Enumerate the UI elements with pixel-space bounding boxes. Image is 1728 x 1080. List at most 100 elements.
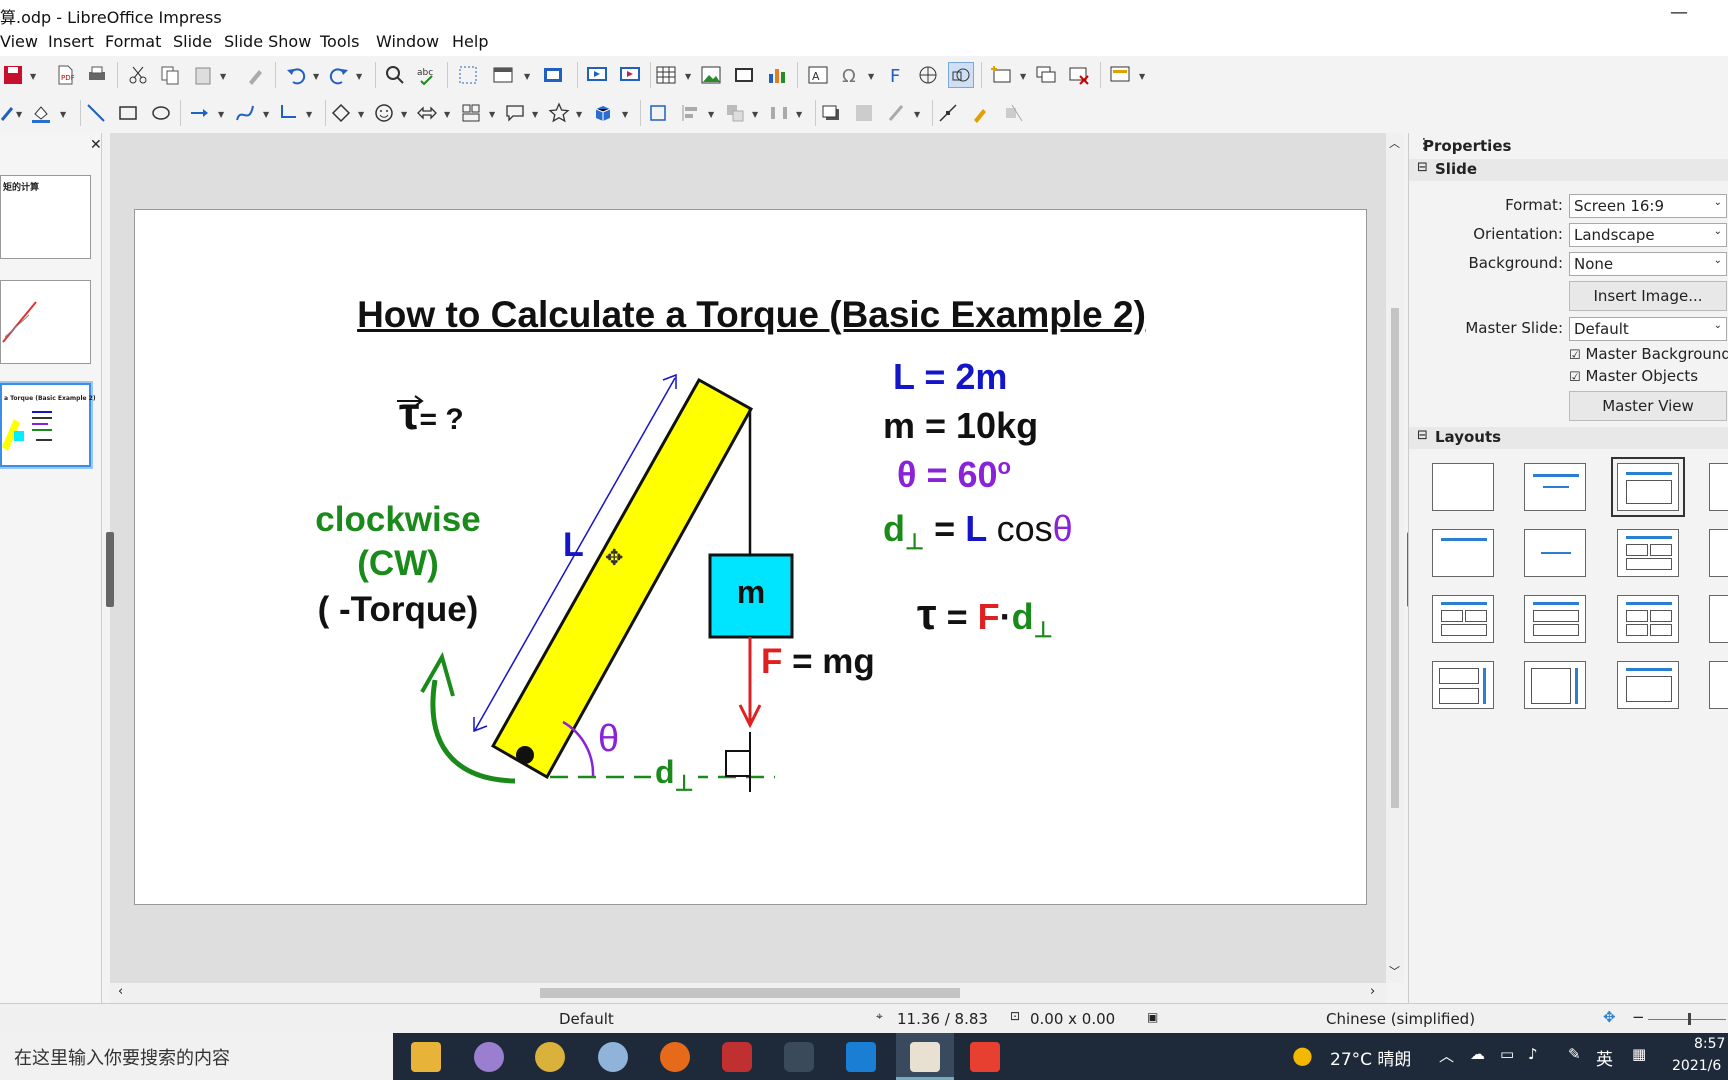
chevron-down-icon[interactable]: ▼	[60, 110, 66, 119]
slide-title[interactable]: How to Calculate a Torque (Basic Example…	[135, 294, 1368, 336]
layout-more[interactable]	[1709, 661, 1728, 709]
vertical-scroll-thumb[interactable]	[1391, 308, 1399, 808]
connector-tool-icon[interactable]	[276, 100, 302, 126]
zoom-out-icon[interactable]: −	[1632, 1008, 1645, 1026]
chevron-down-icon[interactable]: ▼	[524, 72, 530, 81]
layout-title-content[interactable]	[1611, 457, 1685, 517]
equation-torque[interactable]: τ = F·d⊥	[917, 590, 1053, 643]
layout-title-content-2content[interactable]	[1432, 595, 1494, 643]
chevron-left-icon[interactable]: ‹	[118, 984, 123, 999]
chevron-down-icon[interactable]: ⌄	[1714, 197, 1722, 208]
layout-vertical-title-text[interactable]	[1524, 661, 1586, 709]
duplicate-slide-icon[interactable]	[1033, 62, 1059, 88]
arrow-line-icon[interactable]	[187, 100, 213, 126]
redo-icon[interactable]	[326, 62, 352, 88]
vscode-icon[interactable]	[846, 1042, 876, 1072]
chevron-down-icon[interactable]: ▼	[868, 72, 874, 81]
slide-section-header[interactable]: ⊟ Slide	[1409, 159, 1728, 181]
hyperlink-icon[interactable]	[915, 62, 941, 88]
close-pane-icon[interactable]: ✕	[90, 137, 102, 153]
zoom-slider[interactable]	[1648, 1019, 1726, 1020]
chevron-down-icon[interactable]: ▼	[444, 110, 450, 119]
start-first-slide-icon[interactable]	[584, 62, 610, 88]
spelling-icon[interactable]: abc	[414, 62, 440, 88]
chevron-down-icon[interactable]: ▼	[489, 110, 495, 119]
layout-vertical-title[interactable]	[1432, 661, 1494, 709]
taskbar-search-input[interactable]: 在这里输入你要搜索的内容	[0, 1033, 393, 1080]
callout-shapes-icon[interactable]	[502, 100, 528, 126]
rotate-icon[interactable]	[645, 100, 671, 126]
media-icon[interactable]	[731, 62, 757, 88]
menu-format[interactable]: Format	[105, 32, 161, 51]
chevron-down-icon[interactable]: ▼	[16, 110, 22, 119]
chevron-down-icon[interactable]: ▼	[30, 72, 36, 81]
glue-points-icon[interactable]	[968, 100, 994, 126]
theta-label[interactable]: θ	[598, 718, 619, 761]
copy-icon[interactable]	[157, 62, 183, 88]
horizontal-scroll-thumb[interactable]	[540, 988, 960, 998]
line-tool-icon[interactable]	[83, 100, 109, 126]
menu-insert[interactable]: Insert	[48, 32, 94, 51]
menu-slide-show[interactable]: Slide Show	[224, 32, 311, 51]
keyboard-layout-icon[interactable]: ▦	[1632, 1045, 1646, 1063]
chevron-down-icon[interactable]: ▼	[218, 110, 224, 119]
file-explorer-icon[interactable]	[411, 1042, 441, 1072]
language-status[interactable]: Chinese (simplified)	[1326, 1010, 1475, 1028]
block-arrows-icon[interactable]	[414, 100, 440, 126]
chevron-down-icon[interactable]: ▼	[576, 110, 582, 119]
chevron-down-icon[interactable]: ▼	[220, 72, 226, 81]
layout-title-2content-content[interactable]	[1617, 529, 1679, 577]
arrange-icon[interactable]	[722, 100, 748, 126]
chevron-down-icon[interactable]: ▼	[401, 110, 407, 119]
layout-title-content-over-content[interactable]	[1524, 595, 1586, 643]
image-icon[interactable]	[698, 62, 724, 88]
chevron-down-icon[interactable]: ▼	[532, 110, 538, 119]
weather-sun-icon[interactable]: ●	[1292, 1041, 1313, 1069]
equation-perp-distance[interactable]: d⊥ = L cosθ	[883, 508, 1073, 555]
layout-title-vertical-text[interactable]	[1617, 661, 1679, 709]
table-icon[interactable]	[653, 62, 679, 88]
chevron-down-icon[interactable]: ▼	[358, 110, 364, 119]
minimize-button[interactable]: —	[1670, 2, 1688, 23]
format-select[interactable]: Screen 16:9 ⌄	[1569, 194, 1727, 218]
clone-formatting-icon[interactable]	[242, 62, 268, 88]
volume-icon[interactable]: ♪	[1528, 1045, 1538, 1063]
collapse-icon[interactable]: ⊟	[1417, 160, 1428, 175]
mass-label[interactable]: m	[710, 574, 792, 611]
chevron-up-icon[interactable]: ︿	[1439, 1045, 1454, 1066]
menu-view[interactable]: View	[0, 32, 38, 51]
menu-tools[interactable]: Tools	[320, 32, 359, 51]
chevron-down-icon[interactable]: ▼	[356, 72, 362, 81]
pen-icon[interactable]: ✎	[1568, 1045, 1581, 1063]
layout-centered-text[interactable]	[1524, 529, 1586, 577]
delete-slide-icon[interactable]	[1066, 62, 1092, 88]
slide-thumbnail-1[interactable]: 矩的计算	[0, 175, 91, 259]
layout-title-only[interactable]	[1432, 529, 1494, 577]
paint-icon[interactable]	[598, 1042, 628, 1072]
equation-length[interactable]: L = 2m	[893, 356, 1007, 398]
new-slide-icon[interactable]	[988, 62, 1014, 88]
paste-icon[interactable]	[190, 62, 216, 88]
mplab-ide-icon[interactable]	[784, 1042, 814, 1072]
3d-objects-icon[interactable]	[590, 100, 616, 126]
menu-help[interactable]: Help	[452, 32, 488, 51]
sidebar-menu-icon[interactable]: ⋮	[1417, 136, 1431, 152]
cut-icon[interactable]	[125, 62, 151, 88]
equation-mass[interactable]: m = 10kg	[883, 405, 1038, 447]
vertical-scrollbar[interactable]: ︿ ﹀	[1386, 133, 1404, 983]
pane-collapse-handle[interactable]	[106, 532, 114, 607]
master-background-checkbox[interactable]: ☑ Master Background	[1569, 345, 1728, 363]
force-label[interactable]: F = mg	[761, 642, 875, 682]
slide-canvas[interactable]: How to Calculate a Torque (Basic Example…	[134, 209, 1367, 905]
chevron-down-icon[interactable]: ▼	[685, 72, 691, 81]
chevron-down-icon[interactable]: ▼	[796, 110, 802, 119]
chevron-down-icon[interactable]: ▼	[263, 110, 269, 119]
equation-theta[interactable]: θ = 60o	[897, 454, 1011, 496]
symbol-shapes-icon[interactable]	[371, 100, 397, 126]
chevron-down-icon[interactable]: ⌄	[1714, 320, 1722, 331]
master-slide-icon[interactable]	[540, 62, 566, 88]
weather-text[interactable]: 27°C 晴朗	[1330, 1045, 1411, 1070]
chevron-down-icon[interactable]: ▼	[622, 110, 628, 119]
master-slide-select[interactable]: Default ⌄	[1569, 317, 1727, 341]
insert-image-button[interactable]: Insert Image...	[1569, 281, 1727, 311]
